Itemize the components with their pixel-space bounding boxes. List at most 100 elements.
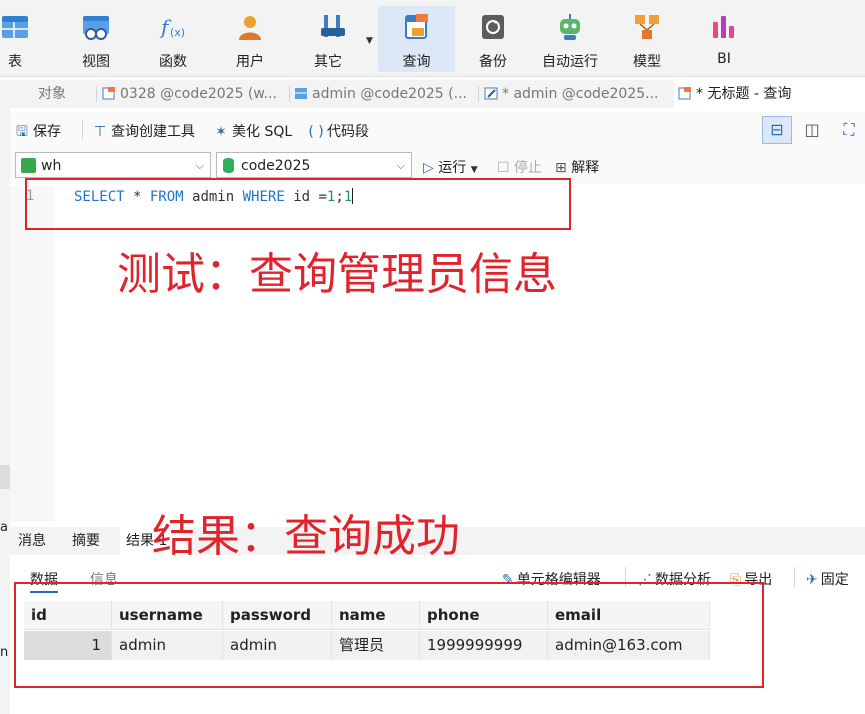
query-builder-button[interactable]: ⊤ 查询创建工具 — [92, 121, 195, 141]
view-icon — [83, 16, 109, 40]
code-snippet-button[interactable]: ( ) 代码段 — [308, 121, 369, 141]
ribbon-other-button[interactable]: 其它 ▼ — [300, 6, 373, 72]
ribbon-user-button[interactable]: 用户 — [220, 6, 280, 72]
ribbon-label: 自动运行 — [542, 54, 598, 70]
tab-objects[interactable]: 对象 — [38, 80, 93, 108]
pin-button[interactable]: ✈ 固定 — [806, 569, 849, 589]
connection-select[interactable]: wh ⌵ — [15, 152, 211, 178]
ribbon-view-button[interactable]: 视图 — [66, 6, 126, 72]
database-value: code2025 — [241, 158, 311, 174]
robot-icon — [560, 14, 580, 40]
database-select[interactable]: code2025 ⌵ — [216, 152, 412, 178]
tab-label: * admin @code2025... — [502, 86, 659, 102]
query-tab-icon — [102, 87, 115, 100]
tab-label: 消息 — [18, 533, 46, 549]
bi-chart-icon — [713, 16, 734, 38]
play-icon: ▷ — [423, 160, 434, 176]
tab-label: * 无标题 - 查询 — [696, 86, 792, 102]
ribbon-label: 备份 — [479, 54, 507, 70]
left-sidebar-strip — [0, 80, 10, 714]
tab-divider — [289, 86, 290, 102]
editor-tab-bar: 对象 0328 @code2025 (w... admin @code2025 … — [0, 80, 865, 108]
sidebar-edge-text: n — [0, 645, 9, 660]
design-tab-icon — [484, 87, 498, 100]
explain-label: 解释 — [571, 160, 600, 176]
query-toolbar: 🖫 保存 ⊤ 查询创建工具 ✶ 美化 SQL ( ) 代码段 ⊟ ◫ ⛶ — [0, 112, 865, 148]
ribbon-query-button[interactable]: 查询 — [378, 6, 455, 72]
sidebar-edge-text: a — [0, 520, 8, 535]
chevron-down-icon: ⌵ — [396, 159, 405, 172]
annotation-box-result — [14, 582, 764, 688]
ribbon-label: 表 — [8, 54, 22, 70]
tab-divider — [96, 86, 97, 102]
explain-icon: ⊞ — [555, 160, 567, 176]
ribbon-label: 视图 — [82, 54, 110, 70]
ribbon-label: BI — [717, 51, 731, 67]
ribbon-model-button[interactable]: 模型 — [617, 6, 677, 72]
fullscreen-icon[interactable]: ⛶ — [836, 116, 862, 144]
explain-button[interactable]: ⊞ 解释 — [555, 157, 599, 177]
tab-untitled-query[interactable]: * 无标题 - 查询 — [674, 80, 865, 108]
ribbon-function-button[interactable]: f (x) 函数 — [143, 6, 203, 72]
table-icon — [2, 16, 28, 38]
query-tab-icon — [678, 87, 691, 100]
toolbar-divider — [82, 120, 83, 140]
run-label: 运行 — [438, 160, 467, 176]
dropdown-arrow-icon[interactable]: ▼ — [471, 165, 478, 175]
ribbon-label: 用户 — [236, 54, 264, 70]
annotation-text-result: 结果：查询成功 — [152, 511, 460, 562]
pin-icon: ✈ — [806, 572, 818, 588]
table-tab-icon — [295, 88, 307, 99]
connection-value: wh — [41, 158, 62, 174]
magic-wand-icon: ✶ — [215, 124, 227, 140]
tab-divider — [478, 86, 479, 102]
tab-table-admin[interactable]: admin @code2025 (... — [294, 80, 474, 108]
ribbon-toolbar: 表 视图 f (x) 函数 用户 其它 ▼ 查询 备份 自动运行 模型 BI — [0, 0, 865, 77]
tab-table-0328[interactable]: 0328 @code2025 (w... — [102, 80, 287, 108]
save-button[interactable]: 🖫 保存 — [14, 121, 61, 145]
model-icon — [635, 15, 659, 39]
database-icon — [223, 158, 234, 173]
split-horizontal-icon[interactable]: ⊟ — [762, 116, 792, 144]
ribbon-automation-button[interactable]: 自动运行 — [533, 6, 607, 72]
save-label: 保存 — [33, 124, 61, 140]
tab-label: admin @code2025 (... — [312, 86, 467, 102]
split-vertical-icon[interactable]: ◫ — [798, 116, 826, 144]
backup-icon — [482, 15, 504, 39]
svg-text:(x): (x) — [170, 26, 185, 39]
tab-summary[interactable]: 摘要 — [72, 527, 116, 555]
ribbon-label: 模型 — [633, 54, 661, 70]
builder-label: 查询创建工具 — [111, 124, 195, 140]
ribbon-backup-button[interactable]: 备份 — [463, 6, 523, 72]
sql-editor[interactable] — [10, 186, 865, 522]
ribbon-table-button[interactable]: 表 — [0, 6, 38, 72]
tools-icon — [321, 15, 345, 37]
sidebar-scroll-thumb[interactable] — [0, 465, 10, 489]
pin-label: 固定 — [820, 572, 849, 588]
builder-icon: ⊤ — [93, 124, 107, 140]
ribbon-bi-button[interactable]: BI — [694, 6, 754, 72]
connection-icon — [21, 158, 36, 173]
beautify-sql-button[interactable]: ✶ 美化 SQL — [213, 121, 292, 141]
annotation-text-query: 测试：查询管理员信息 — [117, 249, 557, 300]
chevron-down-icon: ⌵ — [195, 159, 204, 172]
ribbon-label: 函数 — [159, 54, 187, 70]
stop-icon: ☐ — [497, 160, 510, 176]
tab-label: 摘要 — [72, 533, 100, 549]
tab-design-admin[interactable]: * admin @code2025... — [484, 80, 670, 108]
stop-button[interactable]: ☐ 停止 — [497, 157, 542, 177]
toolbar-divider — [794, 567, 795, 587]
dropdown-arrow-icon[interactable]: ▼ — [366, 36, 373, 46]
annotation-box-query — [25, 178, 571, 230]
beautify-label: 美化 SQL — [232, 124, 293, 140]
ribbon-label: 查询 — [402, 54, 431, 70]
run-button[interactable]: ▷ 运行 ▼ — [423, 157, 478, 177]
query-icon — [404, 14, 428, 39]
stop-label: 停止 — [514, 160, 543, 176]
function-icon: f (x) — [159, 15, 185, 39]
snippet-label: 代码段 — [327, 124, 369, 140]
tab-messages[interactable]: 消息 — [18, 527, 62, 555]
line-number-gutter — [10, 186, 54, 522]
tab-label: 对象 — [38, 86, 66, 102]
ribbon-label: 其它 — [314, 54, 342, 70]
